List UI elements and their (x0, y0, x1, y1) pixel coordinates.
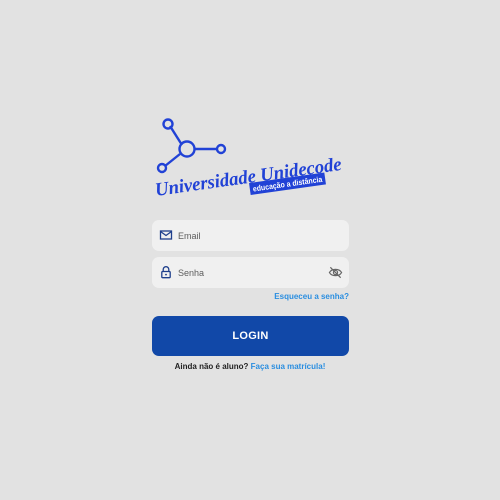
email-input[interactable] (178, 220, 318, 251)
forgot-password-link[interactable]: Esqueceu a senha? (150, 292, 349, 301)
molecule-icon (156, 118, 227, 174)
university-logo: Universidade Unidecode educação a distân… (154, 118, 343, 201)
password-field[interactable] (152, 257, 349, 288)
email-field[interactable] (152, 220, 349, 251)
signup-prompt-text: Ainda não é aluno? (174, 362, 249, 371)
signup-prompt: Ainda não é aluno? Faça sua matrícula! (100, 362, 400, 371)
password-input[interactable] (178, 257, 318, 288)
eye-off-icon[interactable] (328, 265, 343, 280)
enroll-link[interactable]: Faça sua matrícula! (251, 362, 326, 371)
login-button[interactable]: LOGIN (152, 316, 349, 356)
lock-icon (161, 266, 171, 279)
mail-icon (159, 230, 173, 240)
